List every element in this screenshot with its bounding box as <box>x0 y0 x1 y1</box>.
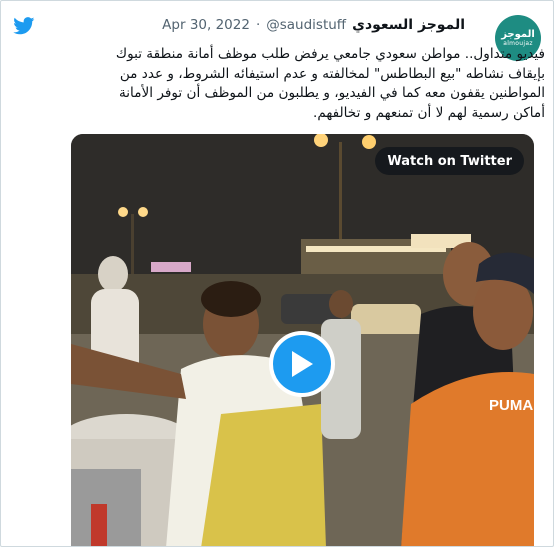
video-thumbnail[interactable]: PUMA Watch on Twitter <box>71 134 534 546</box>
tweet-text-line: المواطنين يقفون معه كما في الفيديو، و يط… <box>118 85 545 101</box>
play-button[interactable] <box>269 331 335 397</box>
tweet-text: فيديو متداول.. مواطن سعودي جامعي يرفض طل… <box>71 45 545 123</box>
watch-on-twitter-button[interactable]: Watch on Twitter <box>375 147 524 175</box>
play-icon <box>292 351 313 377</box>
twitter-bird-icon[interactable] <box>13 17 35 35</box>
separator-dot: · <box>255 17 261 33</box>
tweet-text-line: أماكن رسمية لهم لا أن تمنعهم و تخالفهم. <box>313 104 545 121</box>
avatar-logo-text: الموجز <box>501 28 535 40</box>
tweet-header: الموجز السعودي @saudistuff · Apr 30, 202… <box>162 13 465 37</box>
tweet-date[interactable]: Apr 30, 2022 <box>162 17 250 33</box>
user-handle[interactable]: @saudistuff <box>266 17 346 33</box>
tweet-embed-card: الموجز السعودي @saudistuff · Apr 30, 202… <box>0 0 554 547</box>
tweet-text-line: بإيقاف نشاطه "بيع البطاطس" لمخالفته و عد… <box>119 65 545 82</box>
display-name[interactable]: الموجز السعودي <box>352 17 465 33</box>
shirt-logo-text: PUMA <box>489 397 533 414</box>
tweet-text-line: فيديو متداول.. مواطن سعودي جامعي يرفض طل… <box>115 46 545 62</box>
